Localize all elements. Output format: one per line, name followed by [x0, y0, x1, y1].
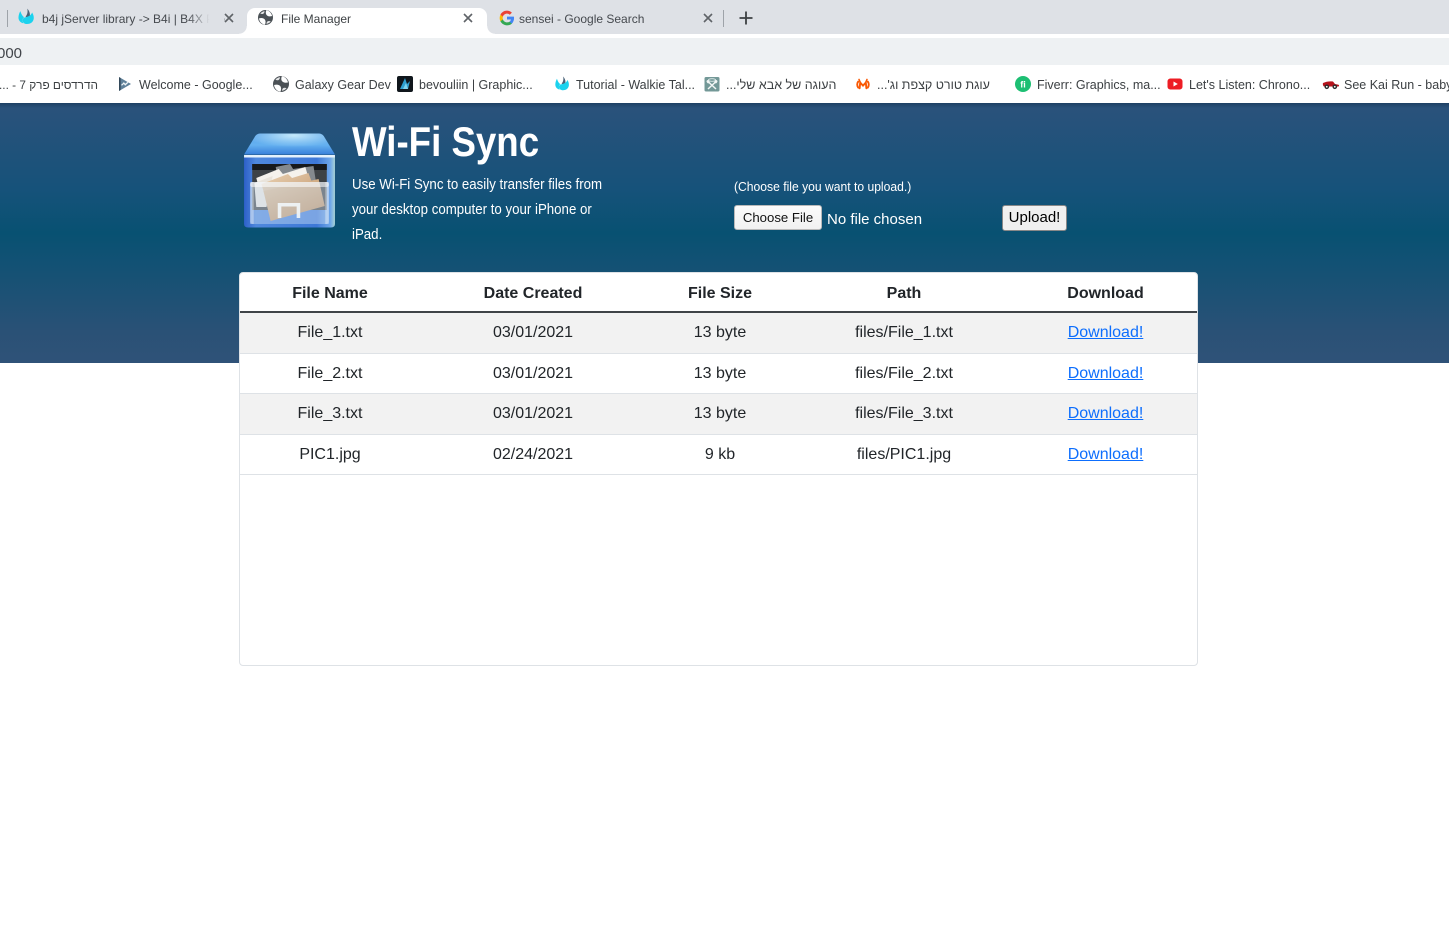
svg-text:fi: fi	[1020, 80, 1026, 90]
